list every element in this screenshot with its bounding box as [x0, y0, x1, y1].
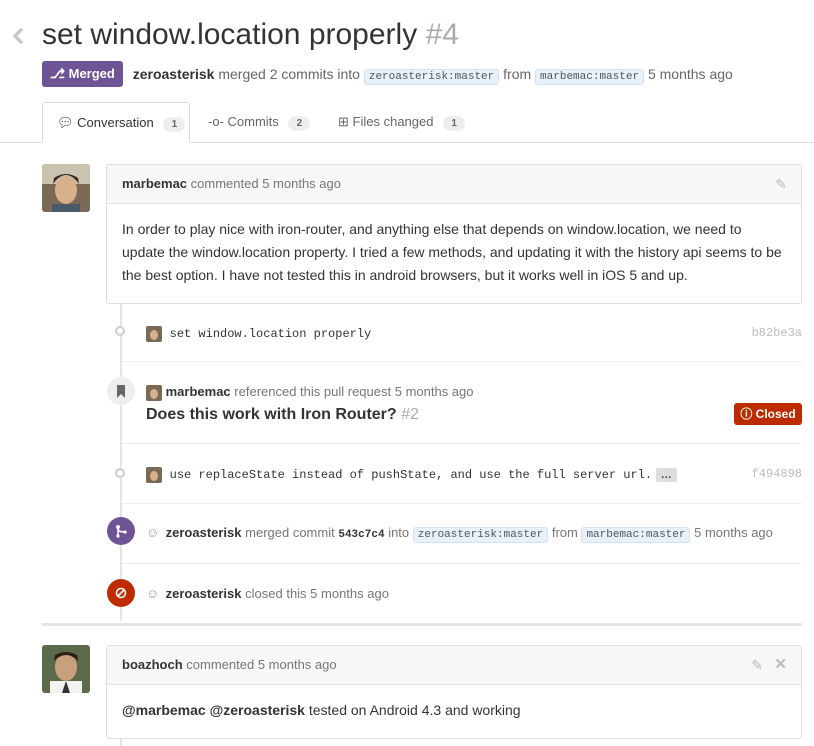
back-chevron-icon[interactable] — [10, 26, 26, 49]
comment-author[interactable]: boazhoch — [122, 657, 183, 672]
comment-box-boazhoch: boazhoch commented 5 months ago ✎ ✕ @mar… — [106, 645, 802, 739]
octocat-icon: ☺ — [146, 525, 160, 540]
mention-marbemac[interactable]: @marbemac — [122, 702, 206, 718]
closed-state-label: Closed — [755, 407, 796, 421]
commit-row: use replaceState instead of pushState, a… — [146, 465, 802, 483]
commit-dot-icon — [115, 468, 125, 478]
issue-closed-icon: ⓘ — [740, 407, 753, 421]
close-author[interactable]: zeroasterisk — [166, 586, 242, 601]
octocat-icon: ☺ — [146, 586, 160, 601]
reference-meta: referenced this pull request 5 months ag… — [234, 384, 474, 399]
commit-sha[interactable]: b82be3a — [752, 324, 802, 342]
file-diff-icon: ⊞ — [338, 114, 349, 129]
close-event: ☺ zeroasterisk closed this 5 months ago — [146, 584, 389, 604]
tab-files-label: Files changed — [352, 114, 434, 129]
commit-dot-icon — [115, 326, 125, 336]
pr-meta-line: ⎇ Merged zeroasterisk merged 2 commits i… — [42, 61, 733, 87]
from-text: from — [503, 66, 532, 82]
expand-commit-message-button[interactable]: … — [655, 468, 677, 482]
discussion-divider — [42, 623, 802, 626]
tab-commits[interactable]: -o- Commits 2 — [208, 102, 311, 142]
merge-commit-sha[interactable]: 543c7c4 — [338, 529, 384, 541]
tab-conversation[interactable]: 💬︎ Conversation 1 — [42, 102, 190, 143]
comment-meta: commented 5 months ago — [190, 176, 341, 191]
pr-author-link[interactable]: zeroasterisk — [133, 66, 215, 82]
merge-event: ☺ zeroasterisk merged commit 543c7c4 int… — [146, 523, 773, 543]
divider — [122, 503, 802, 504]
referenced-issue-title[interactable]: Does this work with Iron Router? #2 — [146, 404, 419, 426]
merge-head-ref[interactable]: marbemac:master — [581, 527, 691, 543]
pr-number: #4 — [425, 18, 459, 51]
tab-conversation-count: 1 — [163, 117, 186, 132]
tab-files-count: 1 — [443, 116, 466, 131]
tab-files-changed[interactable]: ⊞ Files changed 1 — [338, 102, 466, 142]
tab-commits-label: Commits — [227, 114, 279, 129]
head-branch-ref[interactable]: marbemac:master — [535, 69, 645, 85]
avatar-boazhoch[interactable] — [42, 645, 90, 693]
avatar-small-marbemac[interactable] — [146, 384, 162, 401]
merge-into: into — [388, 525, 410, 540]
pr-time: 5 months ago — [647, 66, 733, 82]
reference-author[interactable]: marbemac — [166, 384, 231, 399]
merge-time: 5 months ago — [694, 525, 773, 540]
comment-header: boazhoch commented 5 months ago ✎ ✕ — [107, 646, 801, 685]
merge-action: merged commit — [245, 525, 335, 540]
mention-zeroasterisk[interactable]: @zeroasterisk — [210, 702, 305, 718]
reference-event: marbemac referenced this pull request 5 … — [146, 383, 802, 401]
avatar-small-marbemac[interactable] — [146, 466, 162, 483]
divider — [122, 563, 802, 564]
avatar-small-marbemac[interactable] — [146, 325, 162, 342]
commit-message[interactable]: set window.location properly — [170, 327, 372, 341]
pr-action-text: merged 2 commits into — [218, 66, 360, 82]
comment-author[interactable]: marbemac — [122, 176, 187, 191]
referenced-issue-number: #2 — [401, 406, 419, 423]
comment-header: marbemac commented 5 months ago ✎ — [107, 165, 801, 204]
delete-x-icon[interactable]: ✕ — [774, 646, 787, 684]
pr-title-text: set window.location properly — [42, 18, 418, 51]
comment-meta: commented 5 months ago — [186, 657, 337, 672]
commit-row: set window.location properly b82be3a — [146, 324, 802, 342]
close-meta: closed this 5 months ago — [245, 586, 389, 601]
comment-body: In order to play nice with iron-router, … — [122, 221, 782, 283]
divider — [122, 443, 802, 444]
avatar-marbemac[interactable] — [42, 164, 90, 212]
git-merge-icon: ⎇ — [50, 66, 65, 81]
base-branch-ref[interactable]: zeroasterisk:master — [363, 69, 500, 85]
edit-pencil-icon[interactable]: ✎ — [775, 165, 787, 203]
merged-state-badge: ⎇ Merged — [42, 61, 123, 87]
timeline-line — [120, 303, 122, 621]
commit-message[interactable]: use replaceState instead of pushState, a… — [170, 468, 652, 482]
bookmark-icon — [107, 377, 135, 405]
comment-discussion-icon: 💬︎ — [57, 115, 74, 130]
comment-body: @marbemac @zeroasterisk tested on Androi… — [107, 685, 801, 736]
divider — [122, 361, 802, 362]
tab-commits-count: 2 — [288, 116, 311, 131]
comment-box-marbemac: marbemac commented 5 months ago ✎ In ord… — [106, 164, 802, 304]
referenced-issue-title-text: Does this work with Iron Router? — [146, 406, 397, 423]
merge-event-icon — [107, 517, 135, 545]
closed-event-icon — [107, 579, 135, 607]
merge-author[interactable]: zeroasterisk — [166, 525, 242, 540]
commit-sha[interactable]: f494898 — [752, 465, 802, 483]
merge-from: from — [551, 525, 578, 540]
merged-state-label: Merged — [68, 66, 115, 81]
git-commit-icon: -o- — [208, 114, 224, 129]
edit-pencil-icon[interactable]: ✎ — [751, 646, 763, 684]
closed-state-badge: ⓘ Closed — [734, 403, 802, 425]
tab-conversation-label: Conversation — [77, 115, 154, 130]
merge-base-ref[interactable]: zeroasterisk:master — [412, 527, 549, 543]
page-title: set window.location properly #4 — [42, 16, 459, 54]
comment-text: tested on Android 4.3 and working — [308, 702, 521, 718]
